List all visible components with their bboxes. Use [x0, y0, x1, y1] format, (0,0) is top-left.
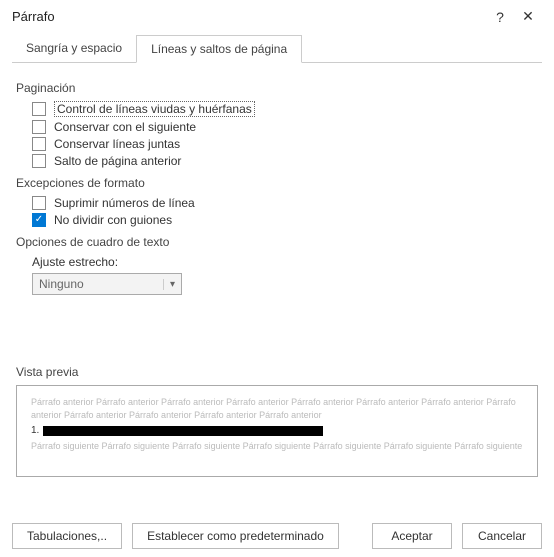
keep-next-row[interactable]: Conservar con el siguiente	[32, 120, 538, 134]
cancel-button[interactable]: Cancelar	[462, 523, 542, 549]
textbox-options-label: Opciones de cuadro de texto	[16, 235, 538, 249]
no-hyphen-label: No dividir con guiones	[54, 213, 172, 227]
preview-box: Párrafo anterior Párrafo anterior Párraf…	[16, 385, 538, 477]
no-hyphen-checkbox[interactable]	[32, 213, 46, 227]
close-button[interactable]: ✕	[514, 8, 542, 25]
dialog-title: Párrafo	[12, 9, 486, 24]
keep-lines-checkbox[interactable]	[32, 137, 46, 151]
formatting-label: Excepciones de formato	[16, 176, 538, 190]
footer: Tabulaciones,.. Establecer como predeter…	[0, 523, 554, 549]
page-break-checkbox[interactable]	[32, 154, 46, 168]
pagination-label: Paginación	[16, 81, 538, 95]
no-hyphen-row[interactable]: No dividir con guiones	[32, 213, 538, 227]
suppress-lines-label: Suprimir números de línea	[54, 196, 195, 210]
tight-wrap-value: Ninguno	[39, 277, 84, 291]
tab-bar: Sangría y espacio Líneas y saltos de pág…	[12, 35, 542, 63]
tabs-button[interactable]: Tabulaciones,..	[12, 523, 122, 549]
preview-label: Vista previa	[16, 365, 538, 379]
content-area: Paginación Control de líneas viudas y hu…	[0, 63, 554, 477]
preview-before-text: Párrafo anterior Párrafo anterior Párraf…	[31, 396, 523, 421]
preview-current-line: 1.	[31, 425, 523, 436]
widow-orphan-label: Control de líneas viudas y huérfanas	[54, 101, 255, 117]
tight-wrap-select[interactable]: Ninguno ▾	[32, 273, 182, 295]
keep-next-checkbox[interactable]	[32, 120, 46, 134]
suppress-lines-row[interactable]: Suprimir números de línea	[32, 196, 538, 210]
page-break-label: Salto de página anterior	[54, 154, 181, 168]
widow-orphan-checkbox[interactable]	[32, 102, 46, 116]
preview-redacted-bar	[43, 426, 323, 436]
ok-button[interactable]: Aceptar	[372, 523, 452, 549]
help-button[interactable]: ?	[486, 9, 514, 25]
titlebar: Párrafo ? ✕	[0, 0, 554, 29]
set-default-button[interactable]: Establecer como predeterminado	[132, 523, 339, 549]
widow-orphan-row[interactable]: Control de líneas viudas y huérfanas	[32, 101, 538, 117]
keep-next-label: Conservar con el siguiente	[54, 120, 196, 134]
keep-lines-row[interactable]: Conservar líneas juntas	[32, 137, 538, 151]
page-break-row[interactable]: Salto de página anterior	[32, 154, 538, 168]
keep-lines-label: Conservar líneas juntas	[54, 137, 180, 151]
chevron-down-icon: ▾	[163, 279, 175, 290]
preview-number: 1.	[31, 425, 39, 436]
tab-indent-spacing[interactable]: Sangría y espacio	[12, 35, 136, 62]
suppress-lines-checkbox[interactable]	[32, 196, 46, 210]
tight-wrap-label: Ajuste estrecho:	[32, 255, 538, 269]
tab-line-page-breaks[interactable]: Líneas y saltos de página	[136, 35, 302, 63]
preview-after-text: Párrafo siguiente Párrafo siguiente Párr…	[31, 440, 523, 453]
